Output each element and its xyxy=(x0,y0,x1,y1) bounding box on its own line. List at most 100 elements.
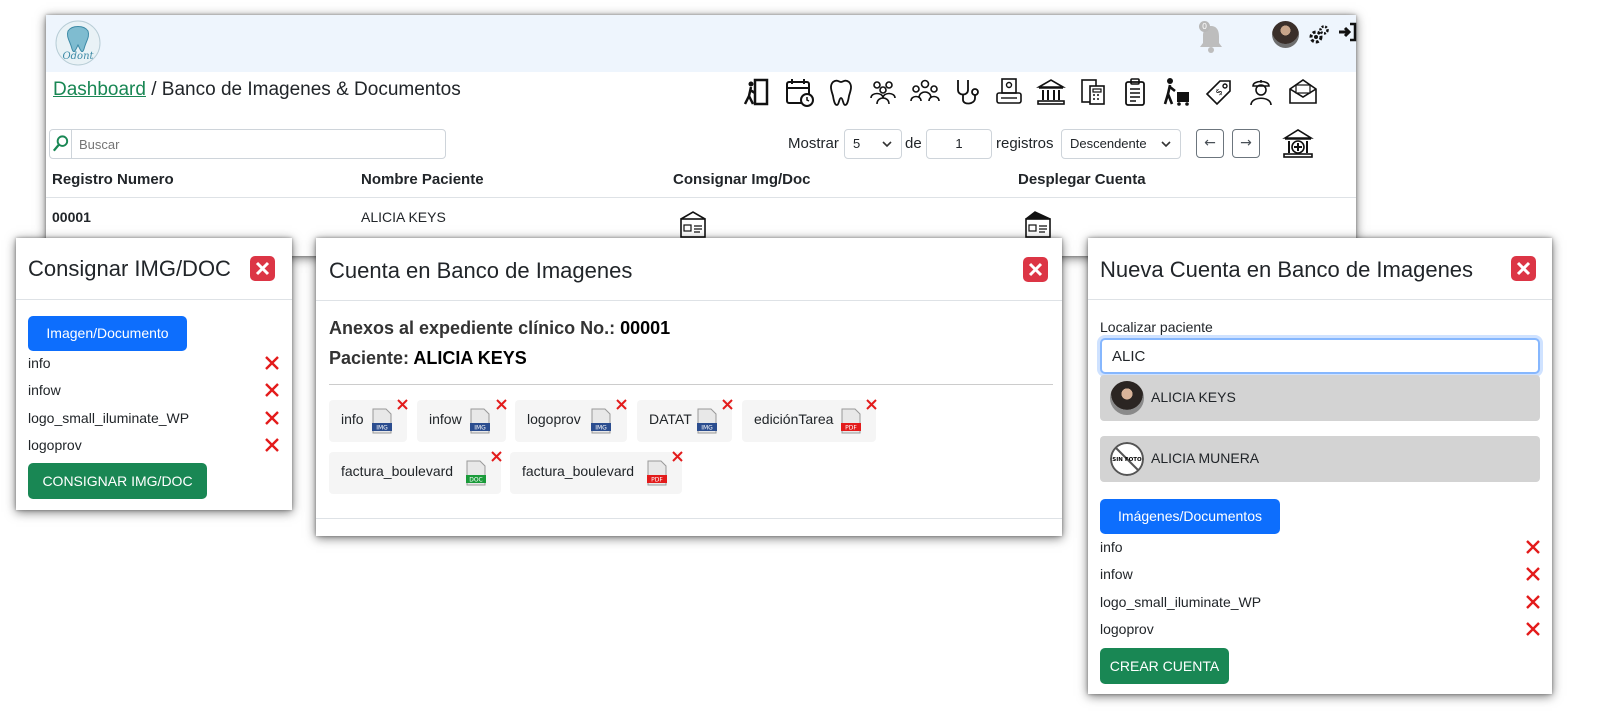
remove-file-icon[interactable] xyxy=(1526,567,1540,581)
stethoscope-icon[interactable] xyxy=(951,76,983,108)
patient-option-name: ALICIA KEYS xyxy=(1151,389,1236,405)
consignar-submit-button[interactable]: CONSIGNAR IMG/DOC xyxy=(28,463,207,499)
mostrar-label: Mostrar xyxy=(788,135,839,152)
attachment-chip[interactable]: factura_boulevard DOC xyxy=(329,451,502,494)
crear-cuenta-button[interactable]: CREAR CUENTA xyxy=(1100,648,1229,684)
remove-attachment-icon[interactable] xyxy=(616,399,627,410)
calendar-icon[interactable] xyxy=(783,76,815,108)
remove-attachment-icon[interactable] xyxy=(866,399,877,410)
anexos-value: 00001 xyxy=(620,318,671,338)
group-icon[interactable] xyxy=(867,76,899,108)
patient-search-input[interactable]: ALIC xyxy=(1100,338,1540,374)
remove-file-icon[interactable] xyxy=(265,356,279,370)
remove-attachment-icon[interactable] xyxy=(672,451,683,462)
no-photo-label: SIN FOTO xyxy=(1112,457,1142,463)
patient-option[interactable]: ALICIA KEYS xyxy=(1100,375,1540,421)
exit-door-icon[interactable] xyxy=(741,76,773,108)
img-file-icon: IMG xyxy=(697,408,717,434)
attachment-name: ediciónTarea xyxy=(754,411,834,427)
odont-logo: Odont xyxy=(55,20,101,66)
img-file-icon: IMG xyxy=(372,408,392,434)
remove-file-icon[interactable] xyxy=(1526,595,1540,609)
price-tag-icon[interactable]: $ xyxy=(1203,76,1235,108)
logout-icon[interactable] xyxy=(1337,21,1357,43)
close-icon[interactable] xyxy=(250,256,275,281)
attachment-chip[interactable]: logoprov IMG xyxy=(515,399,627,442)
search-icon xyxy=(52,130,72,158)
team-icon[interactable] xyxy=(909,76,941,108)
order-value: Descendente xyxy=(1070,136,1147,151)
patient-search-value: ALIC xyxy=(1112,348,1146,365)
next-page-button[interactable]: → xyxy=(1232,129,1260,158)
attachment-chip[interactable]: infow IMG xyxy=(417,399,507,442)
search-box xyxy=(49,129,446,159)
pick-image-document-button[interactable]: Imagen/Documento xyxy=(28,316,187,351)
attachment-name: info xyxy=(341,411,364,427)
user-avatar[interactable] xyxy=(1272,21,1299,48)
svg-text:PDF: PDF xyxy=(651,477,663,484)
mail-icon[interactable] xyxy=(1287,76,1319,108)
consignar-modal: Consignar IMG/DOC Imagen/Documento info … xyxy=(16,238,292,510)
remove-file-icon[interactable] xyxy=(1526,540,1540,554)
file-item: infow xyxy=(28,382,61,398)
remove-file-icon[interactable] xyxy=(265,383,279,397)
add-bank-account-icon[interactable] xyxy=(1282,127,1314,159)
printer-icon[interactable] xyxy=(993,76,1025,108)
doc-file-icon: DOC xyxy=(466,460,486,486)
nurse-icon[interactable] xyxy=(1245,76,1277,108)
attachment-chip[interactable]: ediciónTarea PDF xyxy=(742,399,877,442)
search-input[interactable] xyxy=(73,130,443,158)
remove-attachment-icon[interactable] xyxy=(491,451,502,462)
patient-option[interactable]: SIN FOTO ALICIA MUNERA xyxy=(1100,436,1540,482)
file-item: logo_small_iluminate_WP xyxy=(1100,594,1262,610)
notification-count: 0 xyxy=(1199,21,1210,32)
remove-file-icon[interactable] xyxy=(1526,622,1540,636)
page-size-select[interactable]: 5 xyxy=(844,129,902,159)
attachment-chip[interactable]: DATAT IMG xyxy=(637,399,733,442)
remove-file-icon[interactable] xyxy=(265,411,279,425)
close-icon[interactable] xyxy=(1023,257,1048,282)
svg-text:PDF: PDF xyxy=(845,425,857,432)
file-item: logoprov xyxy=(28,437,82,453)
table-header-divider xyxy=(46,197,1356,198)
row-registro-numero: 00001 xyxy=(52,209,91,225)
paciente-value: ALICIA KEYS xyxy=(413,348,527,368)
file-item: info xyxy=(28,355,51,371)
svg-text:DOC: DOC xyxy=(469,477,483,484)
nueva-cuenta-modal-title: Nueva Cuenta en Banco de Imagenes xyxy=(1100,257,1474,282)
remove-attachment-icon[interactable] xyxy=(496,399,507,410)
prev-page-button[interactable]: ← xyxy=(1196,129,1224,158)
file-item: infow xyxy=(1100,566,1133,582)
clipboard-icon[interactable] xyxy=(1119,76,1151,108)
pick-images-documents-button[interactable]: Imágenes/Documentos xyxy=(1100,499,1280,534)
top-bar: Odont 0 xyxy=(46,15,1357,72)
consignar-icon[interactable] xyxy=(678,209,708,239)
tooth-icon[interactable] xyxy=(825,76,857,108)
attachment-name: factura_boulevard xyxy=(522,463,635,479)
desplegar-cuenta-icon[interactable] xyxy=(1023,209,1053,239)
attachment-chip[interactable]: info IMG xyxy=(329,399,408,442)
col-header-consignar: Consignar Img/Doc xyxy=(673,171,811,188)
logo-text: Odont xyxy=(62,51,94,62)
remove-file-icon[interactable] xyxy=(265,438,279,452)
breadcrumb-dashboard-link[interactable]: Dashboard xyxy=(53,79,146,100)
remove-attachment-icon[interactable] xyxy=(722,399,733,410)
gears-icon[interactable] xyxy=(1308,24,1330,46)
close-icon[interactable] xyxy=(1511,256,1536,281)
page-number-value: 1 xyxy=(955,136,963,151)
cart-person-icon[interactable] xyxy=(1161,76,1193,108)
svg-text:IMG: IMG xyxy=(474,425,486,432)
no-photo-icon: SIN FOTO xyxy=(1110,442,1144,476)
page-number-input[interactable]: 1 xyxy=(926,129,992,159)
nueva-cuenta-modal: Nueva Cuenta en Banco de Imagenes Locali… xyxy=(1088,238,1552,694)
anexos-line: Anexos al expediente clínico No.: 00001 xyxy=(329,318,670,339)
order-select[interactable]: Descendente xyxy=(1061,129,1181,159)
patient-avatar xyxy=(1110,381,1144,415)
pdf-file-icon: PDF xyxy=(647,460,667,486)
remove-attachment-icon[interactable] xyxy=(397,399,408,410)
img-file-icon: IMG xyxy=(470,408,490,434)
calculator-docs-icon[interactable] xyxy=(1077,76,1109,108)
attachment-chip[interactable]: factura_boulevard PDF xyxy=(510,451,683,494)
row-nombre-paciente: ALICIA KEYS xyxy=(361,209,446,225)
bank-icon[interactable] xyxy=(1035,76,1067,108)
